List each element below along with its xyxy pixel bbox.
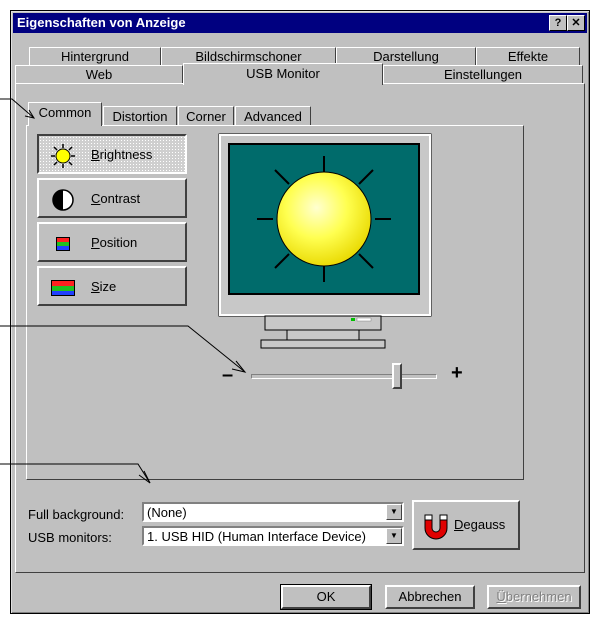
brightness-slider-track[interactable]: [251, 374, 437, 379]
magnet-icon: [424, 514, 448, 540]
usb-monitors-label: USB monitors:: [28, 530, 112, 545]
position-button[interactable]: Position: [37, 222, 187, 262]
title-bar: Eigenschaften von Anzeige ? ✕: [13, 13, 587, 33]
contrast-label: Contrast: [91, 191, 141, 206]
close-button[interactable]: ✕: [567, 15, 585, 31]
common-panel: Brightness Contrast Position Size – +: [26, 125, 524, 480]
tab-hintergrund[interactable]: Hintergrund: [29, 47, 161, 65]
apply-button[interactable]: Übernehmen: [487, 585, 581, 609]
chevron-down-icon[interactable]: ▼: [386, 528, 402, 544]
degauss-label: Degauss: [454, 517, 506, 532]
tab-usb-monitor[interactable]: USB Monitor: [183, 63, 383, 85]
monitor-illustration: [218, 133, 432, 349]
help-button[interactable]: ?: [549, 15, 567, 31]
brightness-icon: [51, 144, 75, 168]
display-properties-dialog: Eigenschaften von Anzeige ? ✕ Hintergrun…: [10, 10, 590, 614]
degauss-button[interactable]: Degauss: [412, 500, 520, 550]
ok-button[interactable]: OK: [280, 584, 372, 610]
slider-minus-label: –: [222, 364, 234, 386]
full-background-value: (None): [147, 505, 187, 520]
size-icon: [51, 280, 75, 296]
tab-effekte[interactable]: Effekte: [476, 47, 580, 65]
usb-monitor-panel: Common Distortion Corner Advanced Bright…: [15, 83, 585, 573]
tab-web[interactable]: Web: [15, 65, 183, 83]
contrast-icon: [52, 189, 74, 211]
full-background-label: Full background:: [28, 507, 125, 522]
usb-monitors-value: 1. USB HID (Human Interface Device): [147, 529, 366, 544]
full-background-combo[interactable]: (None) ▼: [142, 502, 404, 522]
tab-advanced[interactable]: Advanced: [235, 106, 311, 126]
brightness-button[interactable]: Brightness: [37, 134, 187, 174]
slider-plus-label: +: [451, 362, 463, 384]
brightness-label: Brightness: [91, 147, 153, 162]
window-title: Eigenschaften von Anzeige: [17, 15, 186, 30]
chevron-down-icon[interactable]: ▼: [386, 504, 402, 520]
tab-einstellungen[interactable]: Einstellungen: [383, 65, 583, 83]
size-button[interactable]: Size: [37, 266, 187, 306]
tab-corner[interactable]: Corner: [178, 106, 234, 126]
tab-distortion[interactable]: Distortion: [103, 106, 177, 126]
usb-monitors-combo[interactable]: 1. USB HID (Human Interface Device) ▼: [142, 526, 404, 546]
tab-common[interactable]: Common: [28, 102, 102, 126]
size-label: Size: [91, 279, 117, 294]
position-icon: [56, 237, 70, 251]
contrast-button[interactable]: Contrast: [37, 178, 187, 218]
cancel-button[interactable]: Abbrechen: [385, 585, 475, 609]
brightness-slider-thumb[interactable]: [391, 363, 402, 389]
position-label: Position: [91, 235, 138, 250]
